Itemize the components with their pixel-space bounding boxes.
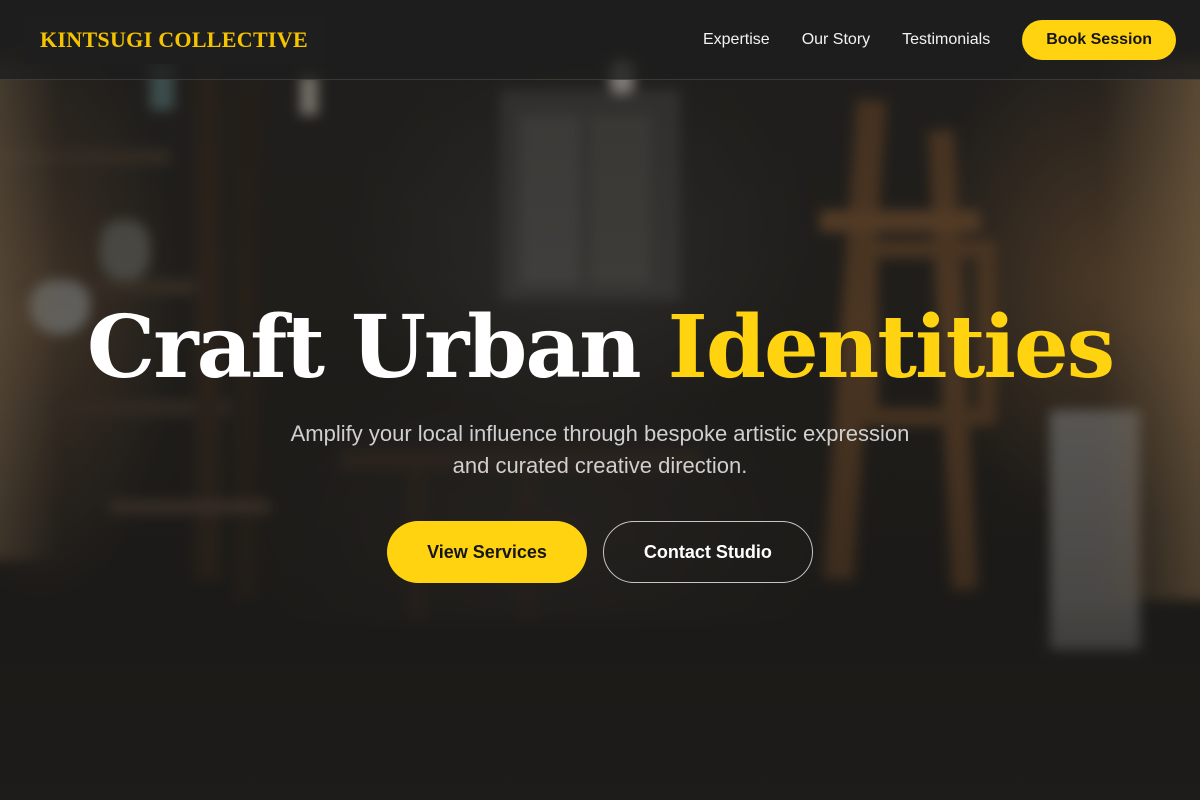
hero-actions: View Services Contact Studio [0,521,1200,583]
hero-title-accent: Identities [667,297,1116,398]
nav-link-testimonials[interactable]: Testimonials [902,31,990,49]
hero-title-main: Craft Urban [86,297,642,398]
book-session-button[interactable]: Book Session [1022,20,1176,60]
brand-logo[interactable]: KINTSUGI COLLECTIVE [24,16,324,64]
nav-link-our-story[interactable]: Our Story [802,31,870,49]
hero-subtitle: Amplify your local influence through bes… [290,421,910,478]
nav-link-expertise[interactable]: Expertise [703,31,770,49]
view-services-button[interactable]: View Services [387,521,587,583]
hero-title: Craft Urban Identities [0,293,1200,403]
contact-studio-button[interactable]: Contact Studio [602,521,813,583]
site-header: KINTSUGI COLLECTIVE Expertise Our Story … [0,0,1200,80]
hero-section: Craft Urban Identities Amplify your loca… [0,80,1200,800]
landing-page: KINTSUGI COLLECTIVE Expertise Our Story … [0,0,1200,800]
main-nav: Expertise Our Story Testimonials Book Se… [703,20,1176,60]
